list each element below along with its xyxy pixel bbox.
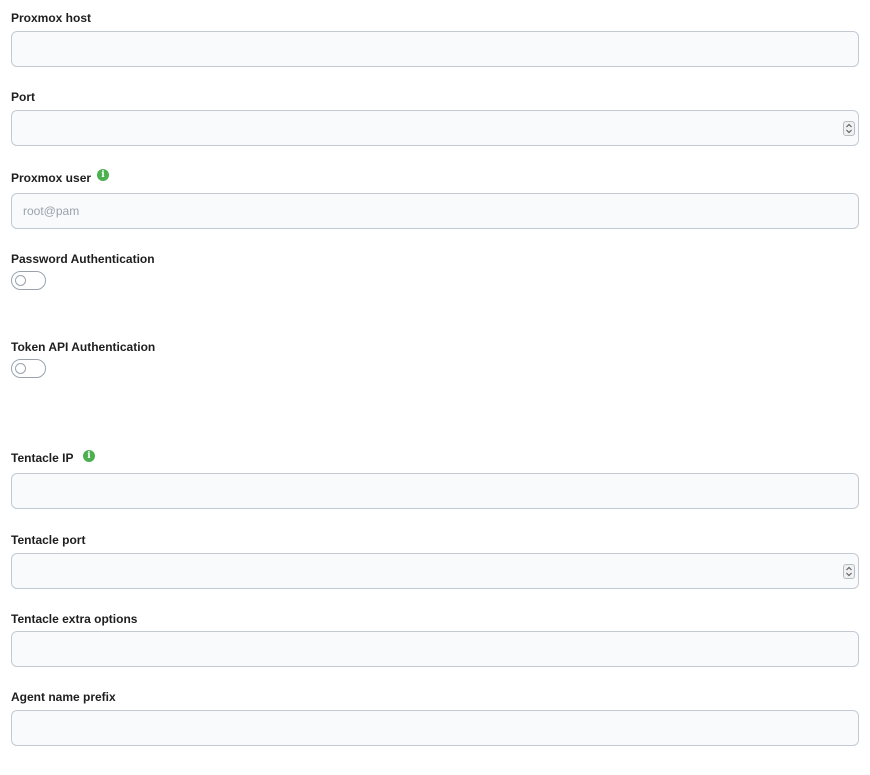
token-auth-toggle[interactable] bbox=[11, 359, 46, 378]
proxmox-host-input[interactable] bbox=[12, 32, 858, 66]
proxmox-user-input[interactable] bbox=[12, 194, 858, 228]
toggle-knob bbox=[15, 363, 26, 374]
tentacle-ip-label: Tentacle IP bbox=[11, 451, 74, 465]
tentacle-port-spinner[interactable] bbox=[843, 564, 855, 579]
port-input[interactable] bbox=[12, 111, 858, 145]
tentacle-port-label: Tentacle port bbox=[11, 533, 86, 547]
tentacle-ip-input[interactable] bbox=[12, 474, 858, 508]
agent-name-prefix-field[interactable] bbox=[11, 710, 859, 746]
password-auth-toggle[interactable] bbox=[11, 271, 46, 290]
proxmox-user-field[interactable] bbox=[11, 193, 859, 229]
proxmox-user-label: Proxmox user bbox=[11, 171, 92, 185]
password-auth-label: Password Authentication bbox=[11, 252, 155, 266]
spinner-arrows-icon bbox=[846, 123, 852, 134]
tentacle-extra-options-field[interactable] bbox=[11, 631, 859, 667]
info-icon[interactable]: i bbox=[97, 169, 109, 181]
spinner-arrows-icon bbox=[846, 566, 852, 577]
tentacle-port-field[interactable] bbox=[11, 553, 859, 589]
port-spinner[interactable] bbox=[843, 121, 855, 136]
toggle-knob bbox=[15, 275, 26, 286]
port-label: Port bbox=[11, 90, 35, 104]
tentacle-extra-options-input[interactable] bbox=[12, 632, 858, 666]
proxmox-host-field[interactable] bbox=[11, 31, 859, 67]
agent-name-prefix-label: Agent name prefix bbox=[11, 690, 116, 704]
tentacle-port-input[interactable] bbox=[12, 554, 858, 588]
agent-name-prefix-input[interactable] bbox=[12, 711, 858, 745]
info-icon[interactable]: i bbox=[83, 450, 95, 462]
proxmox-host-label: Proxmox host bbox=[11, 11, 92, 25]
tentacle-extra-options-label: Tentacle extra options bbox=[11, 612, 138, 626]
port-field[interactable] bbox=[11, 110, 859, 146]
tentacle-ip-field[interactable] bbox=[11, 473, 859, 509]
token-auth-label: Token API Authentication bbox=[11, 340, 156, 354]
